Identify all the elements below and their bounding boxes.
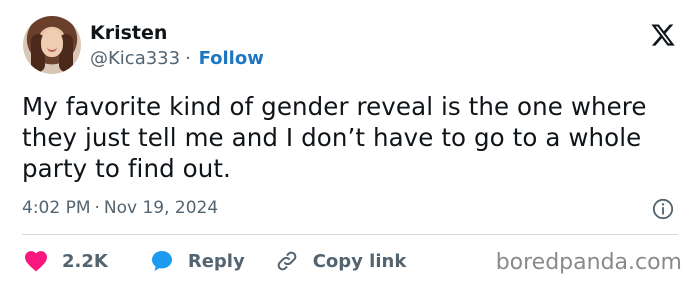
watermark: boredpanda.com	[495, 250, 682, 275]
author-handle[interactable]: @Kica333	[90, 48, 180, 69]
x-logo-icon[interactable]	[650, 22, 676, 48]
speech-bubble-icon	[151, 251, 172, 271]
reply-label: Reply	[187, 250, 245, 272]
author-handle-row: @Kica333 · Follow	[90, 48, 264, 69]
tweet-date: Nov 19, 2024	[103, 198, 219, 218]
handle-separator: ·	[185, 48, 191, 69]
tweet-card: Kristen @Kica333 · Follow My favorite kin…	[0, 0, 700, 287]
action-bar: 2.2K Reply Copy link	[24, 248, 406, 274]
info-icon[interactable]	[652, 198, 674, 220]
like-button[interactable]: 2.2K	[24, 250, 108, 272]
tweet-timestamp[interactable]: 4:02 PM · Nov 19, 2024	[22, 198, 218, 218]
link-icon	[277, 251, 297, 271]
tweet-text: My favorite kind of gender reveal is the…	[22, 92, 647, 183]
copy-link-button[interactable]: Copy link	[275, 249, 407, 273]
likes-count: 2.2K	[62, 250, 108, 272]
copy-link-label: Copy link	[312, 250, 407, 272]
timestamp-separator: ·	[94, 198, 100, 218]
reply-button[interactable]: Reply	[150, 249, 245, 273]
heart-icon	[25, 251, 47, 272]
author-name[interactable]: Kristen	[90, 22, 167, 44]
avatar[interactable]	[23, 16, 81, 74]
divider	[22, 234, 678, 235]
tweet-time: 4:02 PM	[22, 198, 91, 218]
avatar-face	[41, 29, 63, 57]
follow-button[interactable]: Follow	[199, 48, 264, 69]
